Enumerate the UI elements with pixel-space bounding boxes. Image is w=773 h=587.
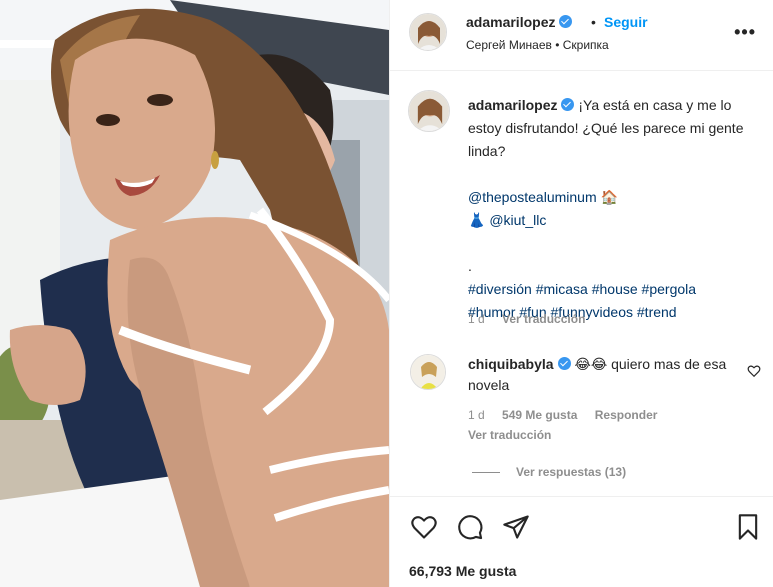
caption-meta: 1 d Ver traducción: [468, 312, 585, 326]
post-header: adamarilopez • Seguir Сергей Минаев • Ск…: [390, 0, 773, 71]
replies-line: [472, 472, 500, 474]
author-avatar[interactable]: [409, 13, 447, 51]
dress-emoji: 👗: [468, 212, 486, 228]
like-comment-heart-icon[interactable]: [747, 364, 761, 378]
like-heart-icon[interactable]: [410, 513, 438, 541]
mention-kiut-llc[interactable]: @kiut_llc: [489, 212, 546, 228]
post-actions: 66,793 Me gusta: [390, 496, 773, 587]
author-name-text[interactable]: adamarilopez: [466, 14, 555, 30]
save-bookmark-icon[interactable]: [734, 513, 762, 541]
comment-time[interactable]: 1 d: [468, 408, 485, 422]
likes-count[interactable]: 66,793 Me gusta: [409, 563, 516, 579]
view-replies-button[interactable]: Ver respuestas (13): [472, 465, 626, 479]
caption: adamarilopez ¡Ya está en casa y me lo es…: [468, 94, 748, 324]
comment-likes[interactable]: 549 Me gusta: [502, 408, 577, 422]
caption-verified-icon: [561, 98, 575, 111]
caption-dot: .: [468, 258, 472, 274]
commenter-avatar[interactable]: [410, 354, 446, 390]
comment-translate-row: Ver traducción: [468, 428, 551, 442]
audio-label[interactable]: Сергей Минаев • Скрипка: [466, 38, 609, 52]
reply-button[interactable]: Responder: [595, 408, 658, 422]
post-panel: adamarilopez • Seguir Сергей Минаев • Ск…: [389, 0, 773, 587]
comment-bubble-icon[interactable]: [456, 513, 484, 541]
comment-translate-link[interactable]: Ver traducción: [468, 428, 551, 442]
share-paper-plane-icon[interactable]: [502, 513, 530, 541]
photo-illustration: [0, 0, 389, 587]
follow-button[interactable]: Seguir: [604, 14, 648, 30]
caption-time[interactable]: 1 d: [468, 312, 485, 326]
caption-translate-link[interactable]: Ver traducción: [502, 312, 585, 326]
hashtags-line-1[interactable]: #diversión #micasa #house #pergola: [468, 278, 748, 301]
comment-meta: 1 d 549 Me gusta Responder: [468, 408, 657, 422]
verified-icon: [559, 15, 573, 28]
mention-thepostealuminum[interactable]: @thepostealuminum: [468, 189, 597, 205]
caption-author-avatar[interactable]: [408, 90, 450, 132]
post-image[interactable]: [0, 0, 389, 587]
more-options-icon[interactable]: •••: [734, 22, 756, 43]
view-replies-label[interactable]: Ver respuestas (13): [516, 465, 626, 479]
caption-author[interactable]: adamarilopez: [468, 97, 557, 113]
commenter-verified-icon: [557, 357, 571, 370]
author-username[interactable]: adamarilopez: [466, 14, 573, 30]
house-emoji: 🏠: [600, 189, 618, 205]
commenter-username[interactable]: chiquibabyla: [468, 356, 554, 372]
separator-dot: •: [591, 14, 596, 30]
comment: chiquibabyla 😂😂 quiero mas de esa novela: [468, 354, 738, 396]
